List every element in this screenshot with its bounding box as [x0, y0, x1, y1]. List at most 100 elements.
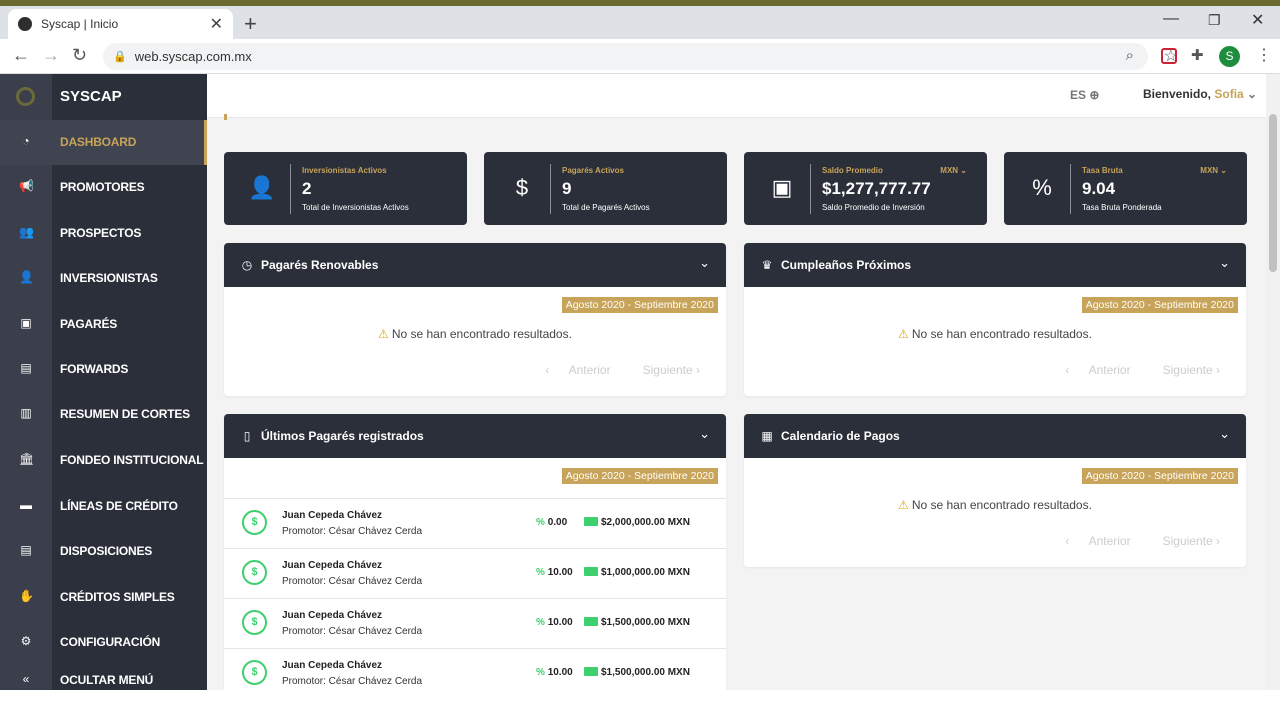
- chevron-down-icon: ⌄: [960, 166, 967, 175]
- sidebar-item-1[interactable]: ◔ DASHBOARD: [0, 120, 207, 165]
- profile-avatar[interactable]: S: [1219, 46, 1240, 67]
- list-item[interactable]: $ Juan Cepeda Chávez Promotor: César Cháve…: [224, 598, 726, 648]
- currency-label: MXN: [1200, 166, 1219, 175]
- chevron-down-icon[interactable]: ⌄: [699, 426, 710, 442]
- sidebar-item-label: PAGARÉS: [60, 317, 118, 331]
- user-menu[interactable]: Bienvenido, Sofia ⌄: [1143, 87, 1257, 101]
- prev-button[interactable]: ‹ Anterior: [545, 363, 610, 377]
- stat-card-4: % Tasa Bruta 9.04 Tasa Bruta Ponderada MXN ⌄: [1004, 152, 1247, 225]
- sidebar-item-label: RESUMEN DE CORTES: [60, 407, 190, 421]
- sidebar: SYSCAP ◔ DASHBOARD 📢 PROMOTORES 👥 PROSPECTOS 👤…: [0, 74, 207, 690]
- globe-icon: ⊕: [1089, 88, 1100, 102]
- card-divider: [290, 164, 291, 214]
- file-dollar-icon: $: [242, 560, 267, 585]
- percent-icon: %: [536, 667, 545, 678]
- pagination: ‹ Anterior Siguiente ›: [529, 363, 700, 377]
- empty-text: No se han encontrado resultados.: [391, 327, 572, 341]
- sidebar-item-10[interactable]: ▤ DISPOSICIONES: [0, 529, 207, 574]
- promotor-name: Promotor: César Chávez Cerda: [282, 526, 423, 537]
- list-item[interactable]: $ Juan Cepeda Chávez Promotor: César Cháve…: [224, 498, 726, 548]
- url-field[interactable]: 🔒 web.syscap.com.mx ⌕ ☆: [103, 43, 1178, 70]
- panel-header[interactable]: ♛ Cumpleaños Próximos ⌄: [744, 243, 1246, 287]
- brand: SYSCAP: [0, 74, 207, 120]
- chevron-down-icon[interactable]: ⌄: [699, 255, 710, 271]
- date-range-badge: Agosto 2020 - Septiembre 2020: [1081, 468, 1238, 484]
- back-arrow-icon[interactable]: ←: [12, 45, 30, 66]
- chevron-down-icon[interactable]: ⌄: [1219, 426, 1230, 442]
- prev-button[interactable]: ‹ Anterior: [1065, 363, 1130, 377]
- sidebar-item-13[interactable]: « OCULTAR MENÚ: [0, 658, 207, 703]
- new-tab-button[interactable]: +: [244, 11, 257, 37]
- card-title: Tasa Bruta: [1082, 166, 1123, 175]
- minimize-button[interactable]: —: [1163, 10, 1179, 28]
- list-item[interactable]: $ Juan Cepeda Chávez Promotor: César Cháve…: [224, 548, 726, 598]
- card-value: 9: [562, 179, 572, 198]
- sidebar-item-7[interactable]: ▥ RESUMEN DE CORTES: [0, 392, 207, 437]
- maximize-button[interactable]: ❐: [1208, 12, 1221, 29]
- calendar-icon: ▦: [761, 429, 773, 443]
- panel-header[interactable]: ▦ Calendario de Pagos ⌄: [744, 414, 1246, 458]
- next-label: Siguiente: [642, 363, 693, 377]
- user-name: Sofia: [1214, 87, 1244, 101]
- scrollbar-thumb[interactable]: [1269, 114, 1277, 272]
- sidebar-item-9[interactable]: ▬ LÍNEAS DE CRÉDITO: [0, 484, 207, 529]
- panel-header[interactable]: ◷ Pagarés Renovables ⌄: [224, 243, 726, 287]
- megaphone-icon: 📢: [19, 179, 34, 193]
- promotor-name: Promotor: César Chávez Cerda: [282, 626, 423, 637]
- extension-shield-icon[interactable]: [1161, 48, 1177, 64]
- chevron-down-icon: ⌄: [1247, 87, 1258, 101]
- sidebar-item-2[interactable]: 📢 PROMOTORES: [0, 165, 207, 210]
- forward-arrow-icon[interactable]: →: [42, 45, 60, 66]
- browser-tab[interactable]: Syscap | Inicio ✕: [8, 9, 233, 39]
- reload-icon[interactable]: ↻: [72, 45, 87, 66]
- empty-text: No se han encontrado resultados.: [911, 498, 1092, 512]
- extensions-puzzle-icon[interactable]: ✚: [1191, 46, 1207, 64]
- tab-close-icon[interactable]: ✕: [210, 14, 223, 34]
- percent-icon: %: [536, 617, 545, 628]
- currency-selector[interactable]: MXN ⌄: [1200, 166, 1227, 175]
- prev-label: Anterior: [1088, 363, 1131, 377]
- prev-label: Anterior: [568, 363, 611, 377]
- investor-name: Juan Cepeda Chávez: [282, 610, 383, 621]
- investor-name: Juan Cepeda Chávez: [282, 510, 383, 521]
- sidebar-item-8[interactable]: 🏛 FONDEO INSTITUCIONAL: [0, 438, 207, 483]
- amount-value: $1,500,000.00 MXN: [584, 667, 690, 678]
- sidebar-item-label: LÍNEAS DE CRÉDITO: [60, 499, 178, 513]
- tab-title: Syscap | Inicio: [41, 17, 119, 31]
- next-button[interactable]: Siguiente ›: [1147, 363, 1220, 377]
- currency-selector[interactable]: MXN ⌄: [940, 166, 967, 175]
- browser-menu-icon[interactable]: ⋮: [1256, 45, 1272, 65]
- close-window-button[interactable]: ✕: [1251, 10, 1264, 30]
- sidebar-item-4[interactable]: 👤 INVERSIONISTAS: [0, 256, 207, 301]
- pagination: ‹ Anterior Siguiente ›: [1049, 363, 1220, 377]
- page-scrollbar[interactable]: [1266, 74, 1280, 690]
- amount-value: $1,500,000.00 MXN: [584, 617, 690, 628]
- stat-card-2: $ Pagarés Activos 9 Total de Pagarés Activo…: [484, 152, 727, 225]
- percent-icon: %: [536, 567, 545, 578]
- chart-bar-icon: ▥: [20, 406, 32, 420]
- list-item[interactable]: $ Juan Cepeda Chávez Promotor: César Cháve…: [224, 648, 726, 690]
- pagination: ‹ Anterior Siguiente ›: [1049, 534, 1220, 548]
- lock-icon: 🔒: [113, 51, 127, 63]
- sidebar-item-11[interactable]: ✋ CRÉDITOS SIMPLES: [0, 575, 207, 620]
- sidebar-item-3[interactable]: 👥 PROSPECTOS: [0, 211, 207, 256]
- language-selector[interactable]: ES ⊕: [1070, 88, 1099, 102]
- language-code: ES: [1070, 88, 1087, 102]
- zoom-icon[interactable]: ⌕: [1126, 47, 1134, 64]
- sidebar-item-label: OCULTAR MENÚ: [60, 673, 154, 687]
- card-title: Saldo Promedio: [822, 166, 883, 175]
- next-button[interactable]: Siguiente ›: [1147, 534, 1220, 548]
- url-text: web.syscap.com.mx: [134, 49, 252, 64]
- card-value: $1,277,777.77: [822, 179, 931, 198]
- panel-header[interactable]: ▯ Últimos Pagarés registrados ⌄: [224, 414, 726, 458]
- sidebar-item-6[interactable]: ▤ FORWARDS: [0, 347, 207, 392]
- investor-name: Juan Cepeda Chávez: [282, 660, 383, 671]
- credit-card-icon: ▬: [20, 498, 32, 512]
- rate-value: % 10.00: [536, 617, 573, 628]
- chevron-down-icon[interactable]: ⌄: [1219, 255, 1230, 271]
- money-bill-icon: [584, 517, 598, 526]
- card-divider: [810, 164, 811, 214]
- prev-button[interactable]: ‹ Anterior: [1065, 534, 1130, 548]
- sidebar-item-5[interactable]: ▣ PAGARÉS: [0, 302, 207, 347]
- next-button[interactable]: Siguiente ›: [627, 363, 700, 377]
